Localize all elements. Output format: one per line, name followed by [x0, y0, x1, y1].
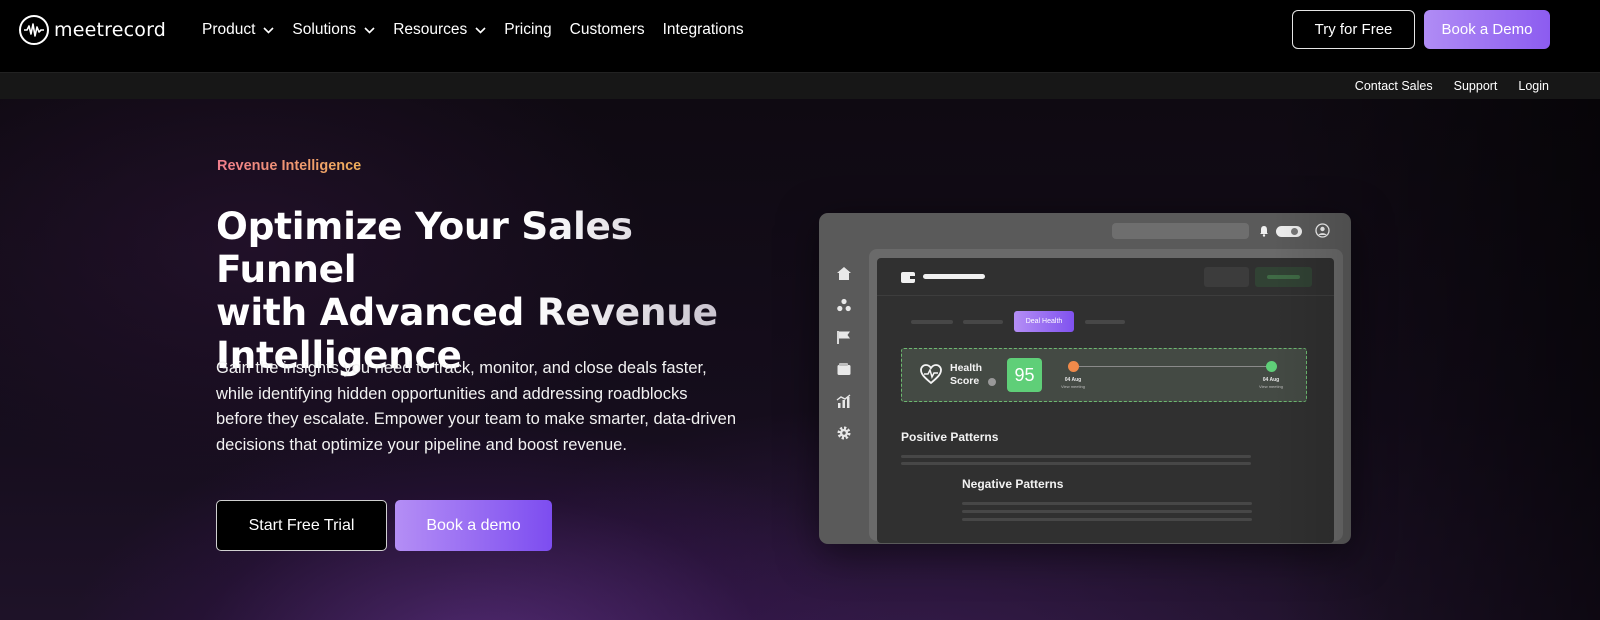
nav-item-label: Solutions — [292, 21, 357, 38]
nav-item-solutions[interactable]: Solutions — [292, 21, 375, 39]
mockup-search-bar — [1112, 223, 1249, 239]
hero-section: Revenue Intelligence Optimize Your Sales… — [0, 99, 1600, 620]
nav-item-product[interactable]: Product — [202, 21, 274, 39]
chevron-down-icon — [263, 26, 274, 34]
timeline-dot-end — [1266, 361, 1277, 372]
flag-icon — [833, 321, 855, 353]
logo-text: meetrecord — [54, 19, 167, 41]
tab-deal-health: Deal Health — [1014, 311, 1074, 332]
health-score-value: 95 — [1007, 358, 1042, 392]
chevron-down-icon — [475, 26, 486, 34]
deal-panel: Deal Health Health Score 95 04 Aug View … — [877, 258, 1334, 543]
home-icon — [833, 257, 855, 289]
nav-item-integrations[interactable]: Integrations — [663, 21, 744, 39]
view-meeting-link: View meeting — [1061, 384, 1085, 389]
settings-gear-icon — [833, 417, 855, 449]
product-screenshot: Deal Health Health Score 95 04 Aug View … — [819, 213, 1351, 544]
try-for-free-button[interactable]: Try for Free — [1292, 10, 1415, 49]
score-label-line: Score — [950, 375, 980, 387]
mockup-action-button — [1204, 267, 1249, 287]
nav-item-pricing[interactable]: Pricing — [504, 21, 551, 39]
pattern-row-placeholder — [962, 502, 1252, 505]
book-demo-button[interactable]: Book a demo — [395, 500, 552, 551]
book-a-demo-button[interactable]: Book a Demo — [1424, 10, 1550, 49]
timeline-date: 04 Aug — [1064, 377, 1082, 383]
chevron-down-icon — [364, 26, 375, 34]
info-icon — [988, 378, 996, 386]
nav-item-customers[interactable]: Customers — [570, 21, 645, 39]
contact-sales-link[interactable]: Contact Sales — [1355, 79, 1433, 93]
positive-patterns-heading: Positive Patterns — [901, 430, 999, 444]
mockup-tab-placeholder — [1085, 320, 1125, 324]
top-navigation: meetrecord Product Solutions Resources P… — [0, 0, 1600, 72]
secondary-navigation: Contact Sales Support Login — [0, 72, 1600, 99]
health-score-label: Health Score — [950, 362, 982, 388]
headline-line: Optimize Your Sales Funnel — [216, 204, 633, 291]
user-icon — [1315, 223, 1330, 243]
deal-wallet-icon — [900, 270, 916, 289]
nav-item-label: Integrations — [662, 21, 744, 38]
mockup-tab-placeholder — [911, 320, 953, 324]
analytics-icon — [833, 385, 855, 417]
deal-title-placeholder — [923, 274, 985, 279]
health-label-line: Health — [950, 362, 983, 374]
view-meeting-link: View meeting — [1259, 384, 1283, 389]
nav-item-label: Pricing — [504, 21, 552, 38]
pattern-row-placeholder — [962, 510, 1252, 513]
mockup-tab-placeholder — [963, 320, 1003, 324]
pattern-row-placeholder — [962, 518, 1252, 521]
timeline-line — [1074, 366, 1272, 367]
health-score-card: Health Score 95 04 Aug View meeting 04 A… — [901, 348, 1307, 402]
nav-item-label: Product — [202, 21, 256, 38]
pattern-row-placeholder — [901, 455, 1251, 458]
team-icon — [833, 289, 855, 321]
start-free-trial-button[interactable]: Start Free Trial — [216, 500, 387, 551]
main-menu: Product Solutions Resources Pricing Cust… — [202, 18, 762, 42]
mockup-sidebar — [833, 257, 855, 449]
hero-eyebrow: Revenue Intelligence — [217, 158, 362, 174]
headline-line: with Advanced Revenue — [216, 290, 718, 334]
timeline-date: 04 Aug — [1262, 377, 1280, 383]
support-link[interactable]: Support — [1454, 79, 1498, 93]
logo[interactable]: meetrecord — [19, 15, 166, 45]
negative-patterns-heading: Negative Patterns — [962, 477, 1064, 491]
wallet-icon — [833, 353, 855, 385]
nav-item-label: Customers — [569, 21, 645, 38]
nav-item-resources[interactable]: Resources — [393, 21, 486, 39]
timeline-dot-start — [1068, 361, 1079, 372]
nav-item-label: Resources — [393, 21, 468, 38]
mockup-primary-button — [1255, 267, 1312, 287]
pattern-row-placeholder — [901, 462, 1251, 465]
login-link[interactable]: Login — [1518, 79, 1549, 93]
theme-toggle — [1276, 226, 1302, 237]
logo-waveform-icon — [19, 15, 49, 45]
heart-pulse-icon — [920, 364, 942, 389]
divider — [877, 295, 1334, 296]
hero-headline: Optimize Your Sales Funnel with Advanced… — [216, 205, 776, 377]
secondary-links: Contact Sales Support Login — [1334, 79, 1549, 93]
bell-icon — [1259, 224, 1269, 242]
hero-description: Gain the insights you need to track, mon… — [216, 359, 736, 454]
